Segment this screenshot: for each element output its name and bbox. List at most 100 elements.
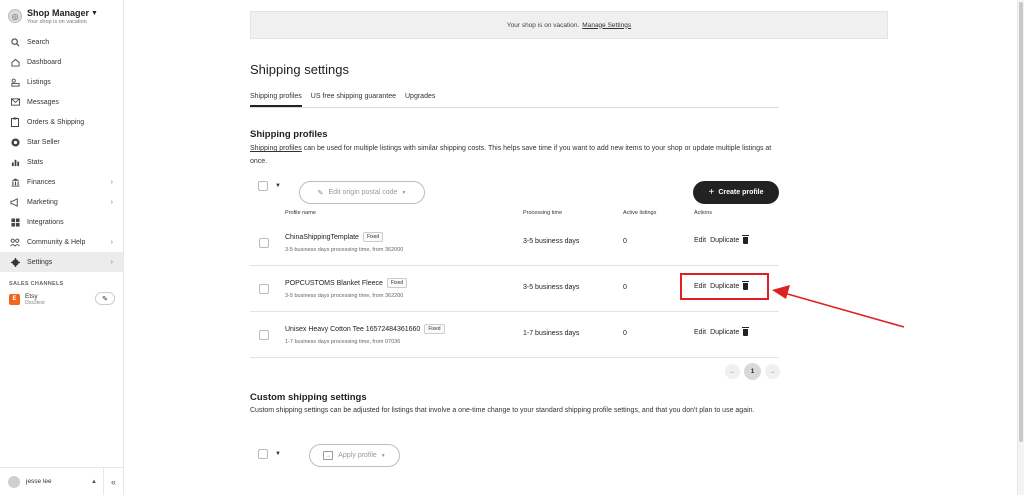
sidebar-item-community-help[interactable]: Community & Help › [0, 232, 123, 252]
shop-manager-title: Shop Manager [27, 8, 90, 18]
previous-page-button[interactable]: ← [725, 364, 740, 379]
sidebar-item-label: Finances [27, 178, 56, 186]
page-title: Shipping settings [250, 62, 350, 77]
sidebar-item-finances[interactable]: Finances › [0, 172, 123, 192]
column-header-actions: Actions [694, 210, 713, 216]
sidebar-item-star-seller[interactable]: Star Seller [0, 132, 123, 152]
row-checkbox[interactable] [259, 330, 269, 340]
highlight-box-annotation [680, 273, 769, 300]
profile-name: Unisex Heavy Cotton Tee 16572484361660 [285, 325, 421, 333]
sidebar-item-label: Listings [27, 78, 51, 86]
mail-icon [9, 98, 21, 106]
column-header-profile-name: Profile name [285, 210, 316, 216]
avatar [8, 475, 20, 488]
grid-icon [9, 217, 21, 227]
stats-icon [9, 158, 21, 167]
sidebar-item-dashboard[interactable]: Dashboard [0, 52, 123, 72]
listings-icon [9, 78, 21, 87]
sidebar-item-label: Stats [27, 158, 43, 166]
pencil-icon: ✎ [102, 295, 108, 303]
custom-bulk-select: ▼ [258, 449, 281, 459]
edit-channel-button[interactable]: ✎ [95, 292, 115, 305]
create-profile-button[interactable]: + Create profile [693, 181, 779, 204]
chevron-right-icon: › [110, 238, 113, 246]
tab-shipping-profiles[interactable]: Shipping profiles [250, 88, 302, 107]
star-seller-icon [9, 137, 21, 147]
chevron-right-icon: › [110, 198, 113, 206]
caret-down-icon: ▼ [380, 452, 386, 459]
custom-shipping-heading: Custom shipping settings [250, 392, 367, 403]
page-scrollbar[interactable] [1017, 0, 1024, 495]
bulk-select-caret-icon[interactable]: ▼ [275, 183, 281, 189]
page-number-current[interactable]: 1 [744, 363, 761, 380]
plus-icon: + [708, 187, 715, 198]
apply-profile-label: Apply profile [338, 452, 377, 459]
vacation-banner: Your shop is on vacation. Manage Setting… [250, 11, 888, 39]
sales-channel-etsy[interactable]: E Etsy l3ss3test ✎ [0, 289, 123, 309]
sidebar-item-messages[interactable]: Messages [0, 92, 123, 112]
shop-logo-icon: ◎ [8, 9, 22, 23]
chevron-right-icon: › [110, 178, 113, 186]
search-icon [9, 37, 21, 47]
tab-bar: Shipping profiles US free shipping guara… [250, 88, 779, 108]
caret-down-icon: ▼ [91, 9, 98, 17]
sidebar: ◎ Shop Manager ▼ Your shop is on vacatio… [0, 0, 124, 495]
row-checkbox[interactable] [259, 238, 269, 248]
home-icon [9, 58, 21, 67]
duplicate-link[interactable]: Duplicate [710, 237, 739, 244]
duplicate-link[interactable]: Duplicate [710, 329, 739, 336]
collapse-sidebar-button[interactable]: « [103, 467, 123, 495]
sidebar-item-search[interactable]: Search [0, 32, 123, 52]
sidebar-item-settings[interactable]: Settings › [0, 252, 123, 272]
shop-manager-menu[interactable]: ◎ Shop Manager ▼ Your shop is on vacatio… [0, 0, 123, 32]
people-icon [9, 238, 21, 247]
next-page-button[interactable]: → [765, 364, 780, 379]
processing-time: 3-5 business days [523, 238, 580, 245]
fixed-badge: Fixed [386, 278, 408, 288]
select-all-checkbox[interactable] [258, 181, 268, 191]
scrollbar-thumb[interactable] [1019, 2, 1023, 442]
column-header-processing-time: Processing time [523, 210, 563, 216]
apply-icon: → [323, 451, 334, 460]
active-listings-count: 0 [623, 284, 627, 291]
trash-icon[interactable] [742, 235, 750, 244]
custom-select-all-checkbox[interactable] [258, 449, 268, 459]
tab-upgrades[interactable]: Upgrades [405, 88, 435, 107]
edit-link[interactable]: Edit [694, 237, 706, 244]
gear-icon [9, 257, 21, 267]
profile-name: POPCUSTOMS Blanket Fleece [285, 279, 383, 287]
sidebar-item-stats[interactable]: Stats [0, 152, 123, 172]
sidebar-item-integrations[interactable]: Integrations [0, 212, 123, 232]
trash-icon[interactable] [742, 327, 750, 336]
edit-origin-label: Edit origin postal code [328, 189, 398, 196]
sidebar-item-label: Marketing [27, 198, 58, 206]
edit-link[interactable]: Edit [694, 329, 706, 336]
bulk-select-caret-icon[interactable]: ▼ [275, 451, 281, 457]
fixed-badge: Fixed [424, 324, 445, 334]
apply-profile-button[interactable]: → Apply profile ▼ [309, 444, 400, 467]
sidebar-item-marketing[interactable]: Marketing › [0, 192, 123, 212]
custom-shipping-description: Custom shipping settings can be adjusted… [250, 407, 755, 414]
caret-up-icon: ▲ [91, 478, 97, 485]
processing-time: 1-7 business days [523, 330, 580, 337]
shipping-profiles-description: Shipping profiles can be used for multip… [250, 143, 790, 168]
vacation-text: Your shop is on vacation. [506, 21, 580, 29]
sidebar-item-listings[interactable]: Listings [0, 72, 123, 92]
processing-time: 3-5 business days [523, 284, 580, 291]
sidebar-item-orders-shipping[interactable]: Orders & Shipping [0, 112, 123, 132]
manage-settings-link[interactable]: Manage Settings [582, 22, 631, 29]
column-header-active-listings: Active listings [623, 210, 657, 216]
sidebar-item-label: Messages [27, 98, 59, 106]
user-name: jesse lee [26, 478, 52, 485]
sidebar-item-label: Dashboard [27, 58, 62, 66]
sidebar-item-label: Star Seller [27, 138, 60, 146]
user-menu[interactable]: jesse lee ▲ « [0, 467, 123, 495]
tab-us-free-shipping-guarantee[interactable]: US free shipping guarantee [311, 88, 396, 107]
sidebar-item-label: Orders & Shipping [27, 118, 85, 126]
edit-origin-postal-code-button[interactable]: ✎ Edit origin postal code ▼ [299, 181, 425, 204]
active-listings-count: 0 [623, 238, 627, 245]
profile-details: 1-7 business days processing time, from … [285, 339, 401, 345]
row-checkbox[interactable] [259, 284, 269, 294]
shipping-profiles-link[interactable]: Shipping profiles [250, 145, 302, 152]
double-chevron-left-icon: « [110, 476, 116, 487]
